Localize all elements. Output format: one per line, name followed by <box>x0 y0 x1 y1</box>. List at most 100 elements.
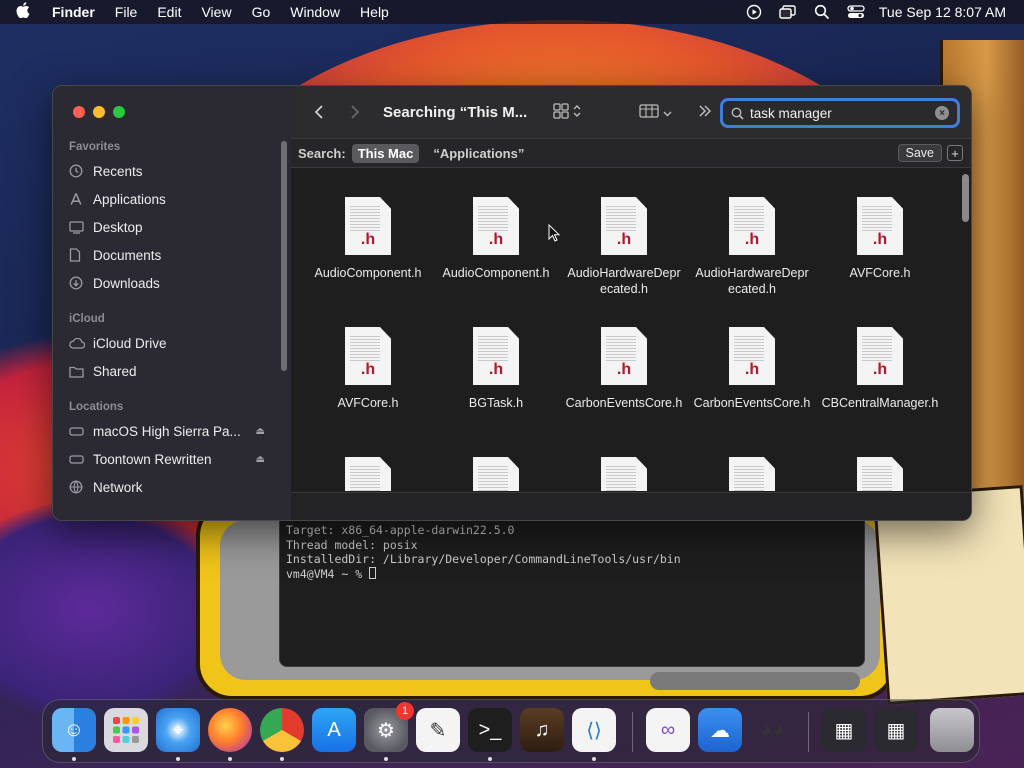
sidebar-scrollbar[interactable] <box>281 141 287 371</box>
sidebar-item-icloud-drive[interactable]: iCloud Drive <box>69 330 275 356</box>
sidebar-item-toontown-rewritten[interactable]: Toontown Rewritten ⏏ <box>69 446 275 472</box>
shared-folder-icon <box>69 365 93 378</box>
header-file-icon: .h <box>473 197 519 255</box>
close-button[interactable] <box>73 106 85 118</box>
menu-window[interactable]: Window <box>280 4 350 20</box>
file-item[interactable]: .h <box>308 457 428 491</box>
search-input[interactable]: task manager <box>750 106 832 121</box>
save-search-button[interactable]: Save <box>897 144 942 162</box>
zoom-button[interactable] <box>113 106 125 118</box>
finder-window[interactable]: Favorites Recents Applications Desktop D… <box>52 85 972 521</box>
file-item[interactable]: .h AVFCore.h <box>820 197 940 281</box>
sidebar-item-label: Toontown Rewritten <box>93 451 212 467</box>
running-indicator <box>176 757 180 761</box>
eject-icon[interactable]: ⏏ <box>256 426 265 437</box>
chrome-dock-icon[interactable] <box>260 708 304 752</box>
windows-vm-dock-icon[interactable]: ▦ <box>822 708 866 752</box>
header-file-icon: .h <box>729 327 775 385</box>
sidebar-item-downloads[interactable]: Downloads <box>69 270 275 296</box>
sidebar-item-recents[interactable]: Recents <box>69 158 275 184</box>
group-button[interactable] <box>639 103 672 122</box>
file-item[interactable]: .h BGTask.h <box>436 327 556 411</box>
menubar-clock[interactable]: Tue Sep 12 8:07 AM <box>873 4 1024 20</box>
file-item[interactable]: .h <box>692 457 812 491</box>
sidebar-item-shared[interactable]: Shared <box>69 358 275 384</box>
sidebar-item-label: Recents <box>93 163 143 179</box>
finder-sidebar: Favorites Recents Applications Desktop D… <box>53 86 291 520</box>
toolbar-overflow-button[interactable] <box>698 104 712 120</box>
file-name: AudioHardwareDeprecated.h <box>567 266 681 296</box>
file-item[interactable]: .h AudioComponent.h <box>308 197 428 281</box>
clear-search-icon[interactable]: × <box>935 106 949 120</box>
file-item[interactable]: .h CarbonEventsCore.h <box>692 327 812 411</box>
scope-this-mac-button[interactable]: This Mac <box>351 143 420 163</box>
file-name: CarbonEventsCore.h <box>565 396 683 410</box>
cloud-icon <box>69 337 93 349</box>
firefox-dock-icon[interactable] <box>208 708 252 752</box>
minimize-button[interactable] <box>93 106 105 118</box>
menu-go[interactable]: Go <box>242 4 281 20</box>
system-settings-dock-icon[interactable]: ⚙ 1 <box>364 702 414 752</box>
desktop-icon <box>69 220 93 234</box>
menu-view[interactable]: View <box>191 4 241 20</box>
drive-icon <box>69 453 93 465</box>
visual-studio-dock-icon[interactable]: ∞ <box>646 708 690 752</box>
file-item[interactable]: .h AudioComponent.h <box>436 197 556 281</box>
finder-dock-icon[interactable]: ☺ <box>52 708 96 752</box>
toontown-dock-icon[interactable]: ◕◕ <box>750 708 794 752</box>
sidebar-item-documents[interactable]: Documents <box>69 242 275 268</box>
file-item[interactable]: .h <box>820 457 940 491</box>
file-name: AVFCore.h <box>337 396 399 410</box>
forward-button[interactable] <box>342 99 368 125</box>
spotlight-search-icon[interactable] <box>805 0 839 24</box>
weather-dock-icon[interactable]: ☁ <box>698 708 742 752</box>
menu-file[interactable]: File <box>105 4 148 20</box>
control-center-icon[interactable] <box>839 0 873 24</box>
search-field[interactable]: task manager × <box>720 98 960 128</box>
vscode-dock-icon[interactable]: ⟨⟩ <box>572 708 616 752</box>
apple-menu-icon[interactable] <box>0 1 46 23</box>
launchpad-dock-icon[interactable] <box>104 708 148 752</box>
sidebar-item-desktop[interactable]: Desktop <box>69 214 275 240</box>
trash-dock-icon[interactable] <box>930 708 974 752</box>
sidebar-item-label: Downloads <box>93 275 160 291</box>
eject-icon[interactable]: ⏏ <box>256 454 265 465</box>
sidebar-item-network[interactable]: Network <box>69 474 275 500</box>
view-mode-button[interactable] <box>553 102 581 122</box>
menu-help[interactable]: Help <box>350 4 399 20</box>
file-item[interactable]: .h <box>436 457 556 491</box>
add-criteria-button[interactable]: + <box>947 145 963 161</box>
back-button[interactable] <box>306 99 332 125</box>
textedit-dock-icon[interactable]: ✎ <box>416 708 460 752</box>
sidebar-item-label: Network <box>93 479 143 495</box>
applications-icon <box>69 192 93 206</box>
terminal-window[interactable]: Target: x86_64-apple-darwin22.5.0 Thread… <box>279 510 865 667</box>
scope-applications-button[interactable]: “Applications” <box>433 146 524 161</box>
header-file-icon: .h <box>857 327 903 385</box>
sidebar-item-macos-high-sierra[interactable]: macOS High Sierra Pa... ⏏ <box>69 418 275 444</box>
sidebar-item-label: Applications <box>93 191 166 207</box>
file-item[interactable]: .h AudioHardwareDeprecated.h <box>564 197 684 297</box>
safari-dock-icon[interactable]: ⌖ <box>156 708 200 752</box>
terminal-dock-icon[interactable]: >_ <box>468 708 512 752</box>
sidebar-item-applications[interactable]: Applications <box>69 186 275 212</box>
screen-mirroring-icon[interactable] <box>771 0 805 24</box>
file-grid: .h AudioComponent.h .h AudioComponent.h .h Au… <box>291 169 971 491</box>
file-grid-scrollbar[interactable] <box>962 174 969 222</box>
play-icon[interactable] <box>737 0 771 24</box>
file-item[interactable]: .h <box>564 457 684 491</box>
file-item[interactable]: .h AVFCore.h <box>308 327 428 411</box>
terminal-prompt-line[interactable]: vm4@VM4 ~ % <box>286 566 858 582</box>
garageband-dock-icon[interactable]: ♫ <box>520 708 564 752</box>
running-indicator <box>72 757 76 761</box>
file-item[interactable]: .h AudioHardwareDeprecated.h <box>692 197 812 297</box>
menu-app-finder[interactable]: Finder <box>46 4 105 20</box>
file-item[interactable]: .h CarbonEventsCore.h <box>564 327 684 411</box>
windows-vm-dock-icon[interactable]: ▦ <box>874 708 918 752</box>
finder-status-bar <box>291 492 971 520</box>
app-store-dock-icon[interactable]: A <box>312 708 356 752</box>
magnifier-icon <box>731 107 744 120</box>
menu-edit[interactable]: Edit <box>147 4 191 20</box>
finder-toolbar: Searching “This M... task manager × <box>291 86 971 138</box>
file-item[interactable]: .h CBCentralManager.h <box>820 327 940 411</box>
